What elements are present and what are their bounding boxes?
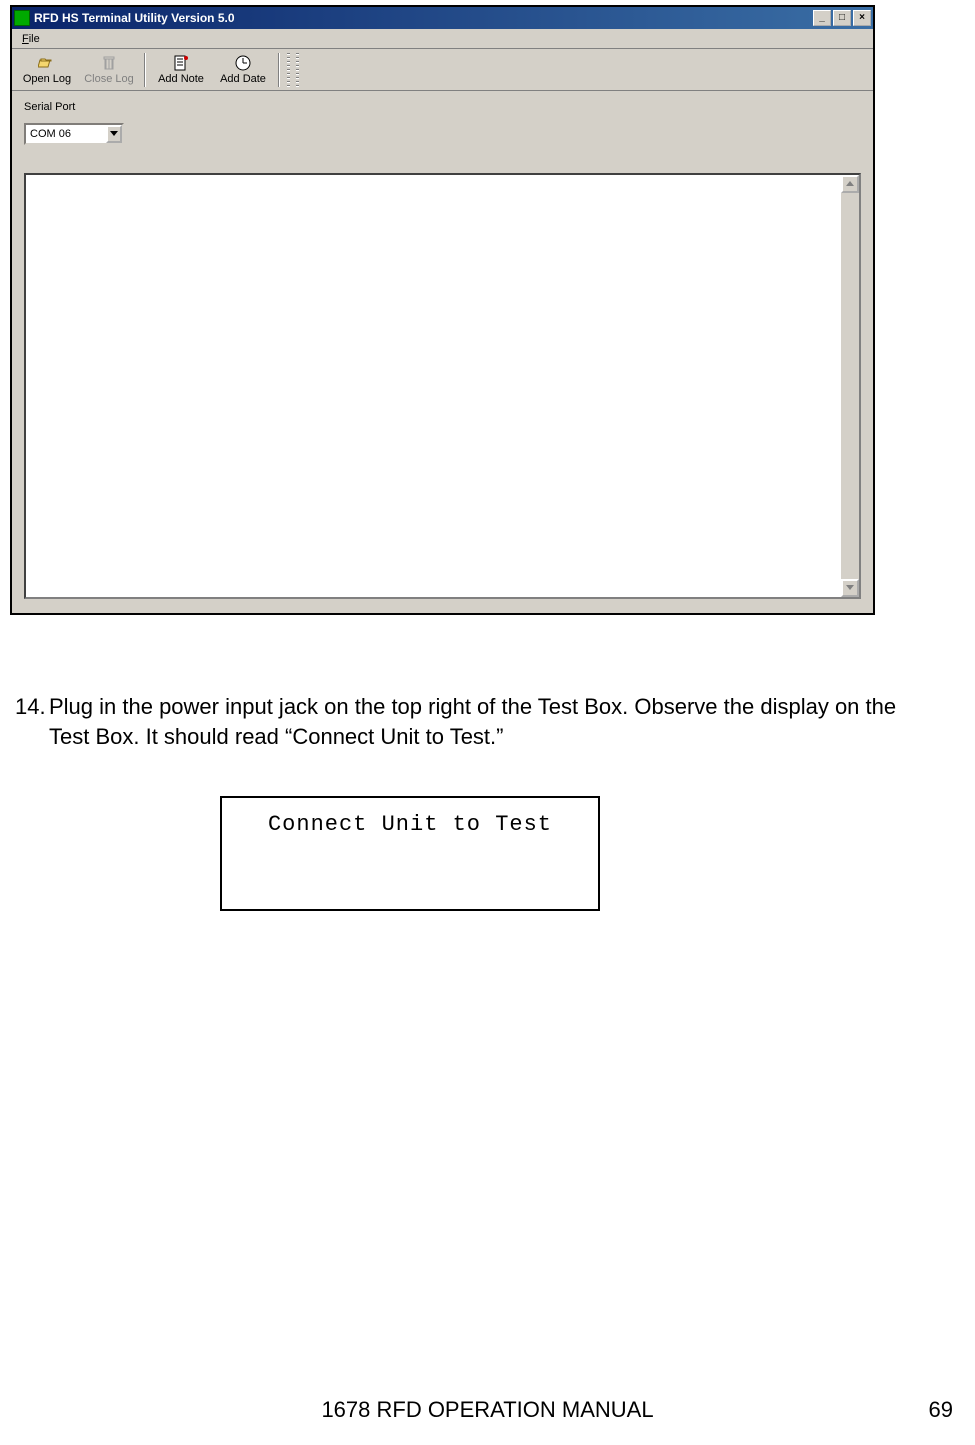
scrollbar[interactable] (841, 175, 859, 597)
clock-icon (234, 54, 252, 72)
close-log-button: Close Log (78, 51, 140, 89)
step-text: Plug in the power input jack on the top … (49, 692, 939, 751)
menubar: File (12, 29, 873, 49)
footer-title: 1678 RFD OPERATION MANUAL (0, 1397, 975, 1423)
close-button[interactable]: × (853, 10, 871, 26)
file-menu-rest: ile (29, 33, 40, 45)
log-content[interactable] (26, 175, 841, 597)
titlebar[interactable]: RFD HS Terminal Utility Version 5.0 _ □ … (12, 7, 873, 29)
file-menu[interactable]: File (16, 31, 46, 47)
serial-port-select[interactable]: COM 06 (24, 123, 124, 145)
window-title: RFD HS Terminal Utility Version 5.0 (34, 11, 811, 25)
serial-port-label: Serial Port (24, 101, 861, 113)
scroll-up-button[interactable] (841, 175, 859, 193)
note-icon (172, 54, 190, 72)
toolbar-grip (287, 53, 290, 87)
close-log-label: Close Log (84, 73, 134, 85)
window-body: Serial Port COM 06 (12, 91, 873, 613)
app-window: RFD HS Terminal Utility Version 5.0 _ □ … (10, 5, 875, 615)
open-log-button[interactable]: Open Log (16, 51, 78, 89)
folder-open-icon (38, 54, 56, 72)
trash-icon (100, 54, 118, 72)
toolbar-separator-2 (278, 53, 280, 87)
dropdown-button[interactable] (106, 125, 122, 143)
display-text: Connect Unit to Test (268, 812, 552, 837)
chevron-down-icon (110, 131, 118, 137)
scroll-down-button[interactable] (841, 579, 859, 597)
serial-port-value: COM 06 (30, 128, 71, 140)
add-date-button[interactable]: Add Date (212, 51, 274, 89)
toolbar-grip-2 (296, 53, 299, 87)
minimize-button[interactable]: _ (813, 10, 831, 26)
log-textarea[interactable] (24, 173, 861, 599)
app-icon (14, 10, 30, 26)
chevron-up-icon (846, 181, 854, 187)
test-box-display: Connect Unit to Test (220, 796, 600, 911)
add-note-button[interactable]: Add Note (150, 51, 212, 89)
instruction-step: 14.Plug in the power input jack on the t… (15, 692, 955, 751)
toolbar-separator (144, 53, 146, 87)
toolbar: Open Log Close Log Add Note Add Date (12, 49, 873, 91)
page-number: 69 (929, 1397, 953, 1423)
maximize-button[interactable]: □ (833, 10, 851, 26)
add-date-label: Add Date (220, 73, 266, 85)
add-note-label: Add Note (158, 73, 204, 85)
open-log-label: Open Log (23, 73, 71, 85)
step-number: 14. (15, 692, 49, 722)
chevron-down-icon (846, 585, 854, 591)
